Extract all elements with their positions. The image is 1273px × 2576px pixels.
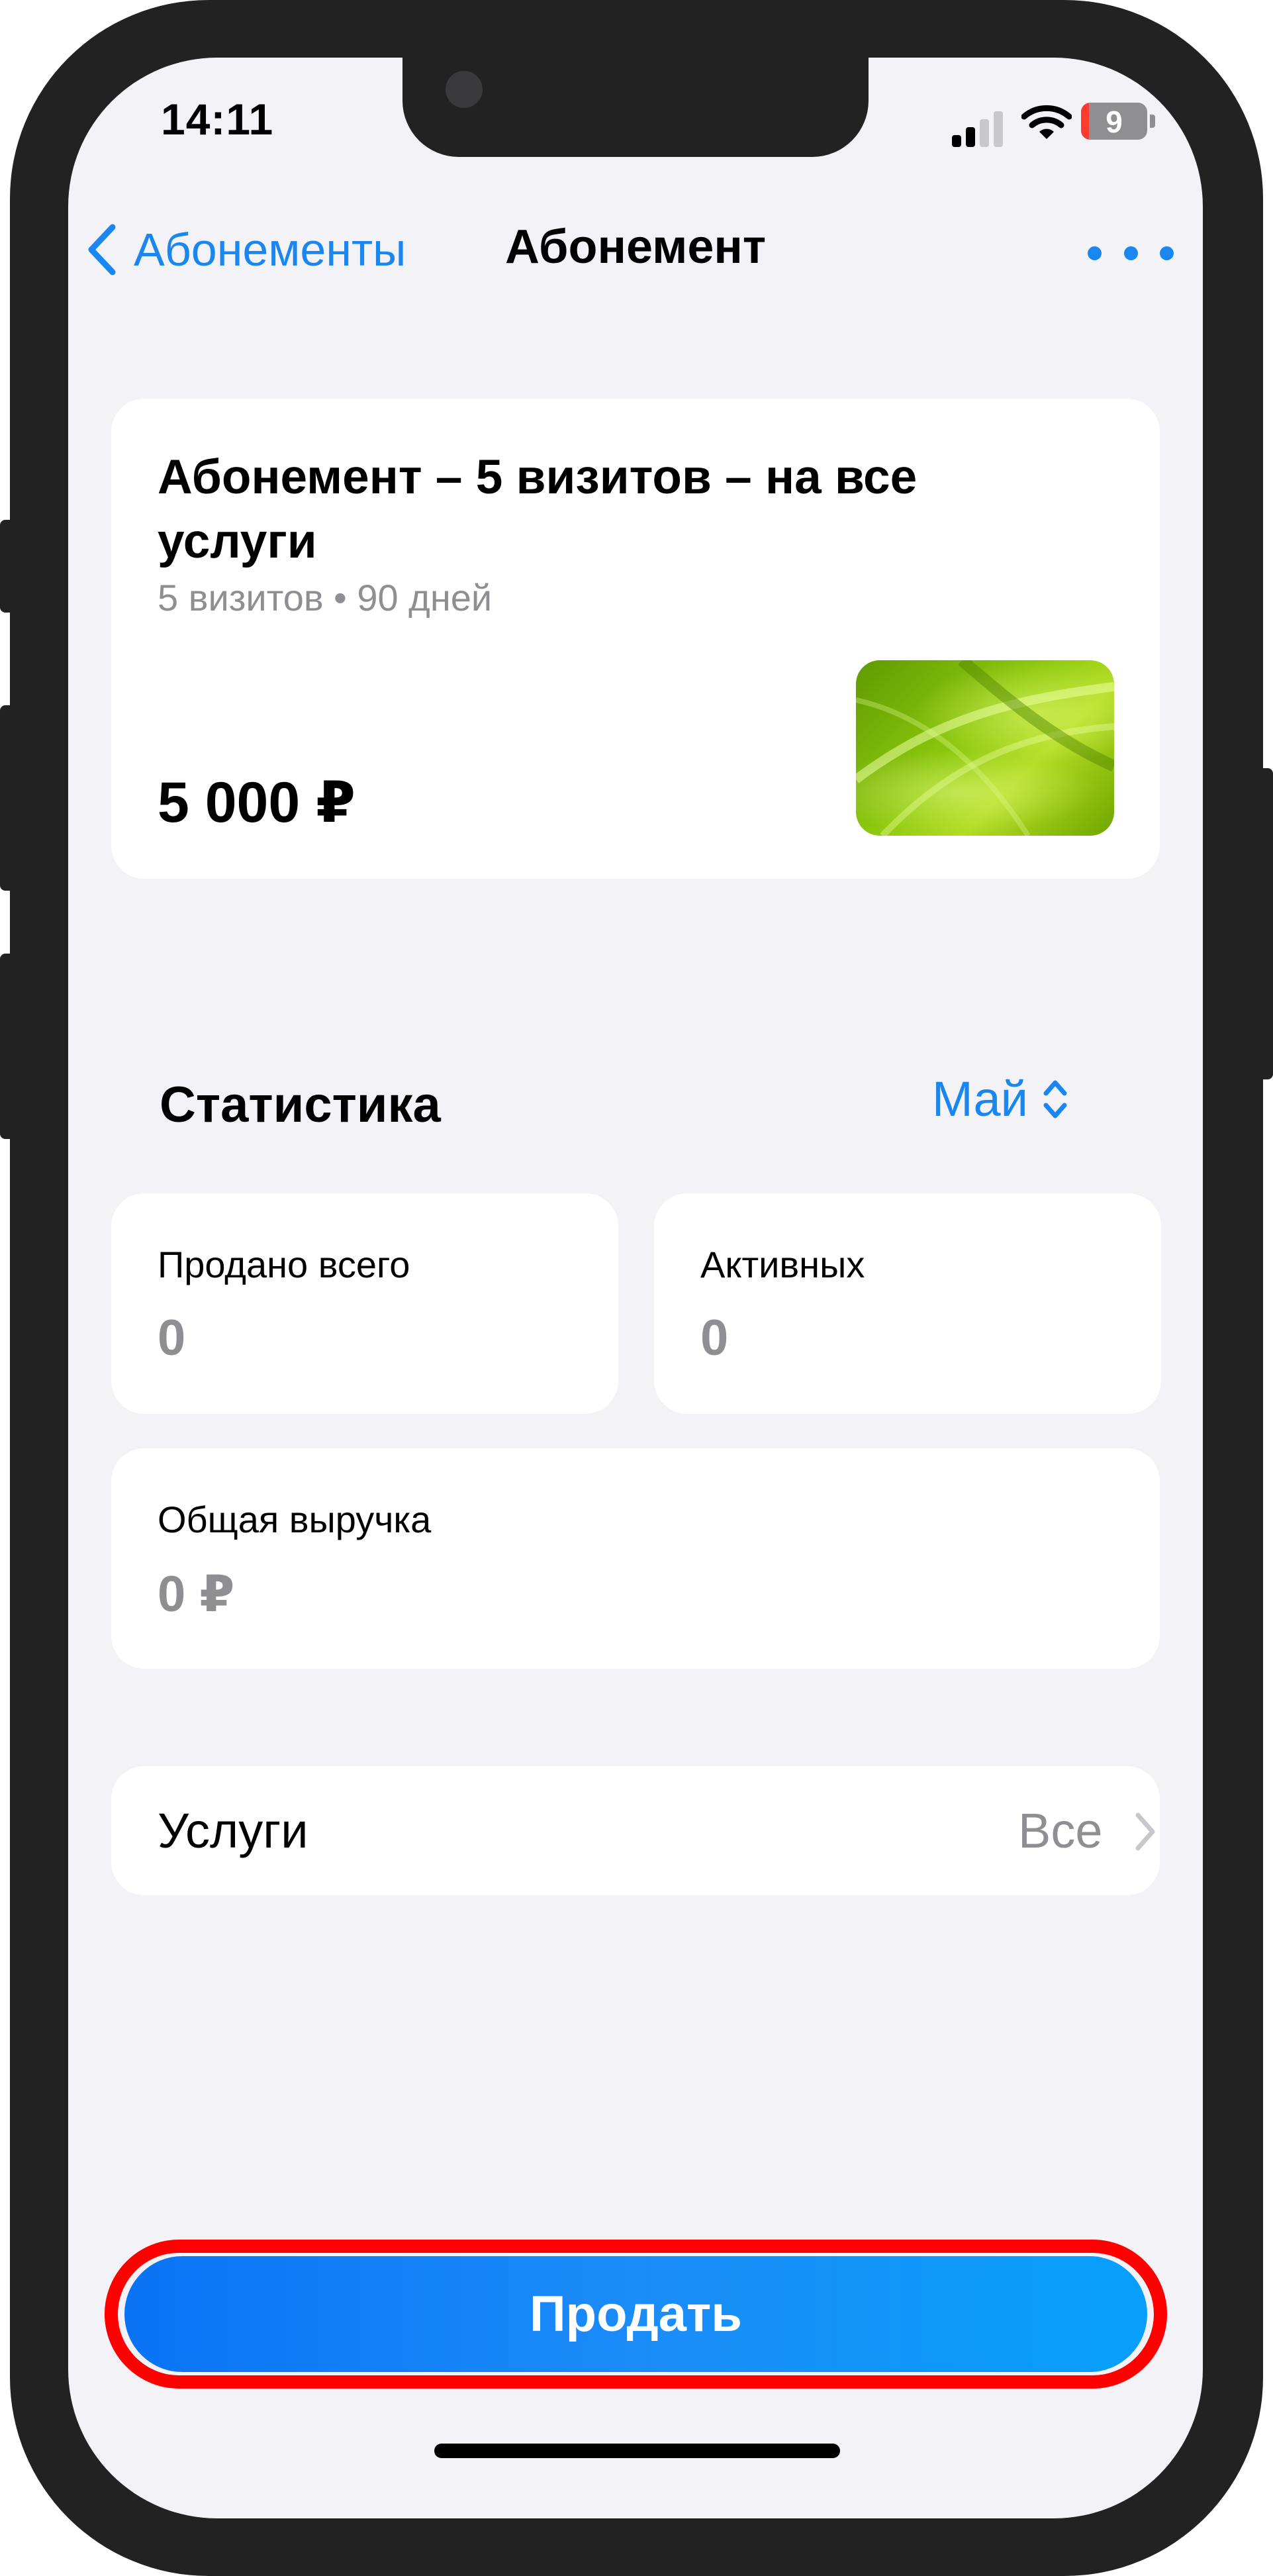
chevron-left-icon xyxy=(88,224,116,275)
month-selector[interactable]: Май xyxy=(932,1071,1069,1127)
battery-level: 9 xyxy=(1106,105,1123,139)
page-title: Абонемент xyxy=(505,221,767,273)
more-button[interactable] xyxy=(1088,223,1174,283)
revenue-value: 0 ₽ xyxy=(158,1566,235,1622)
active-card: Активных 0 xyxy=(654,1193,1161,1414)
wifi-icon xyxy=(1021,105,1072,139)
revenue-label: Общая выручка xyxy=(158,1499,432,1540)
sold-total-label: Продано всего xyxy=(158,1244,410,1285)
services-value: Все xyxy=(1018,1803,1103,1858)
subscription-card: Абонемент – 5 визитов – на все услуги 5 … xyxy=(111,399,1160,879)
cellular-signal-icon xyxy=(952,107,1005,147)
back-button-label: Абонементы xyxy=(134,224,406,275)
phone-screen: 14:11 9 Абонементы Абонемент Абонемент –… xyxy=(68,58,1203,2518)
sell-button-label: Продать xyxy=(530,2286,742,2342)
status-time: 14:11 xyxy=(161,95,274,144)
month-selector-label: Май xyxy=(932,1071,1028,1126)
camera-icon xyxy=(446,71,483,108)
chevron-up-down-icon xyxy=(1043,1080,1067,1118)
home-indicator xyxy=(434,2444,840,2458)
sold-total-card: Продано всего 0 xyxy=(111,1193,618,1414)
sold-total-value: 0 xyxy=(158,1310,186,1366)
subscription-name: Абонемент – 5 визитов – на все услуги xyxy=(158,450,918,568)
active-value: 0 xyxy=(700,1310,729,1366)
services-row[interactable]: Услуги Все xyxy=(111,1766,1160,1895)
back-button[interactable]: Абонементы xyxy=(85,213,406,286)
services-label: Услуги xyxy=(158,1803,308,1858)
chevron-right-icon xyxy=(1135,1812,1155,1851)
subscription-card-image xyxy=(856,660,1114,836)
statistics-heading: Статистика xyxy=(160,1077,441,1133)
subscription-price: 5 000 ₽ xyxy=(158,771,355,834)
subscription-details: 5 визитов • 90 дней xyxy=(158,577,493,619)
sell-button[interactable]: Продать xyxy=(124,2256,1147,2372)
battery-icon: 9 xyxy=(1081,103,1157,141)
active-label: Активных xyxy=(700,1244,865,1285)
ellipsis-icon xyxy=(1088,246,1102,260)
revenue-card: Общая выручка 0 ₽ xyxy=(111,1448,1160,1669)
